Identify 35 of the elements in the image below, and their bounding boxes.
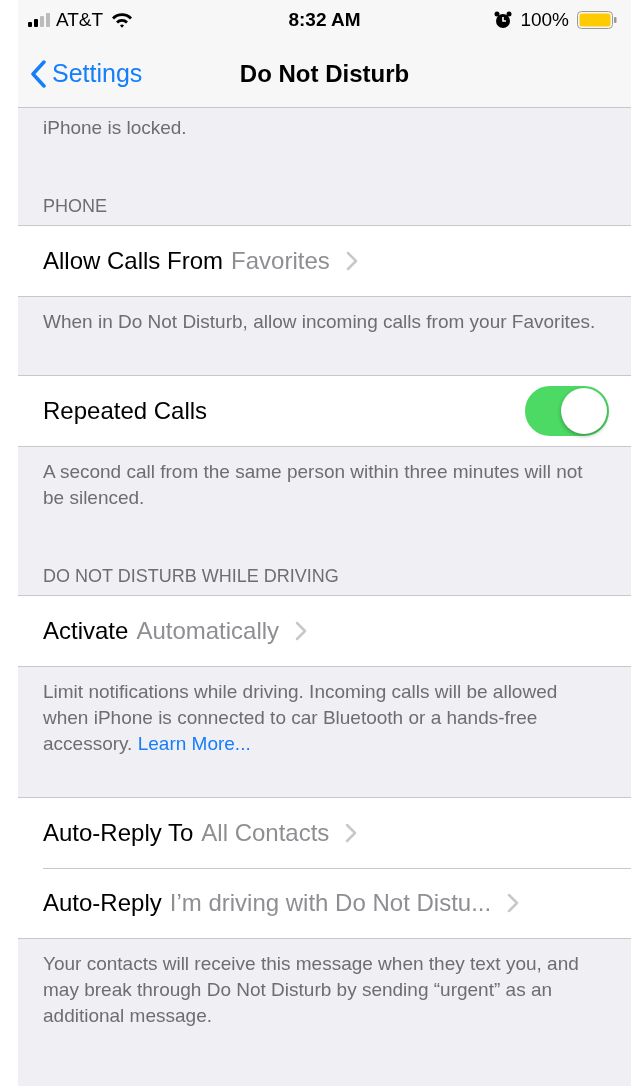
back-chevron-icon	[30, 60, 46, 88]
screen-title: Do Not Disturb	[239, 58, 410, 89]
row-value: I’m driving with Do Not Distu...	[169, 888, 492, 918]
footer-note: Your contacts will receive this message when they text you, and may break through Do Not Disturb by sending “urgent” as an additional message.	[42, 952, 580, 1028]
chevron-icon	[295, 621, 308, 641]
settings-row[interactable]: Auto-Reply I’m driving with Do Not Distu...	[18, 868, 631, 938]
row-value: All Contacts	[201, 818, 330, 848]
row-value: Automatically	[136, 616, 280, 646]
settings-row[interactable]: Activate Automatically	[18, 596, 631, 666]
footer-note: A second call from the same person within three minutes will not be silenced.	[42, 460, 584, 510]
footer-note: Limit notifications while driving. Incoming calls will be allowed when iPhone is connected to car Bluetooth or a hands-free accessory. Learn More...	[42, 680, 559, 756]
settings-row[interactable]: Allow Calls From Favorites	[18, 226, 631, 296]
row-label: Auto-Reply To	[43, 818, 194, 848]
row-label: Auto-Reply	[43, 888, 162, 918]
signal-icon	[28, 13, 52, 27]
chevron-icon	[345, 823, 358, 843]
battery-icon	[577, 11, 617, 29]
section-header: PHONE	[42, 195, 108, 218]
footer-note: iPhone is locked.	[42, 116, 188, 140]
row-label: Allow Calls From	[43, 246, 224, 276]
chevron-icon	[507, 893, 520, 913]
settings-row[interactable]: Auto-Reply To All Contacts	[18, 798, 631, 868]
footer-note: When in Do Not Disturb, allow incoming calls from your Favorites.	[42, 310, 597, 334]
row-label: Repeated Calls	[43, 396, 208, 426]
battery-percent: 100%	[520, 7, 569, 32]
toggle-switch[interactable]	[525, 386, 609, 436]
alarm-clock-icon	[494, 11, 513, 29]
section-header: DO NOT DISTURB WHILE DRIVING	[42, 565, 340, 588]
row-value: Favorites	[231, 246, 330, 276]
wifi-icon	[111, 12, 134, 28]
carrier-name: AT&T	[56, 7, 104, 32]
chevron-icon	[345, 251, 358, 271]
row-label: Activate	[43, 616, 129, 646]
back-button[interactable]: Settings	[18, 40, 143, 108]
status-time: 8:32 AM	[288, 7, 361, 32]
